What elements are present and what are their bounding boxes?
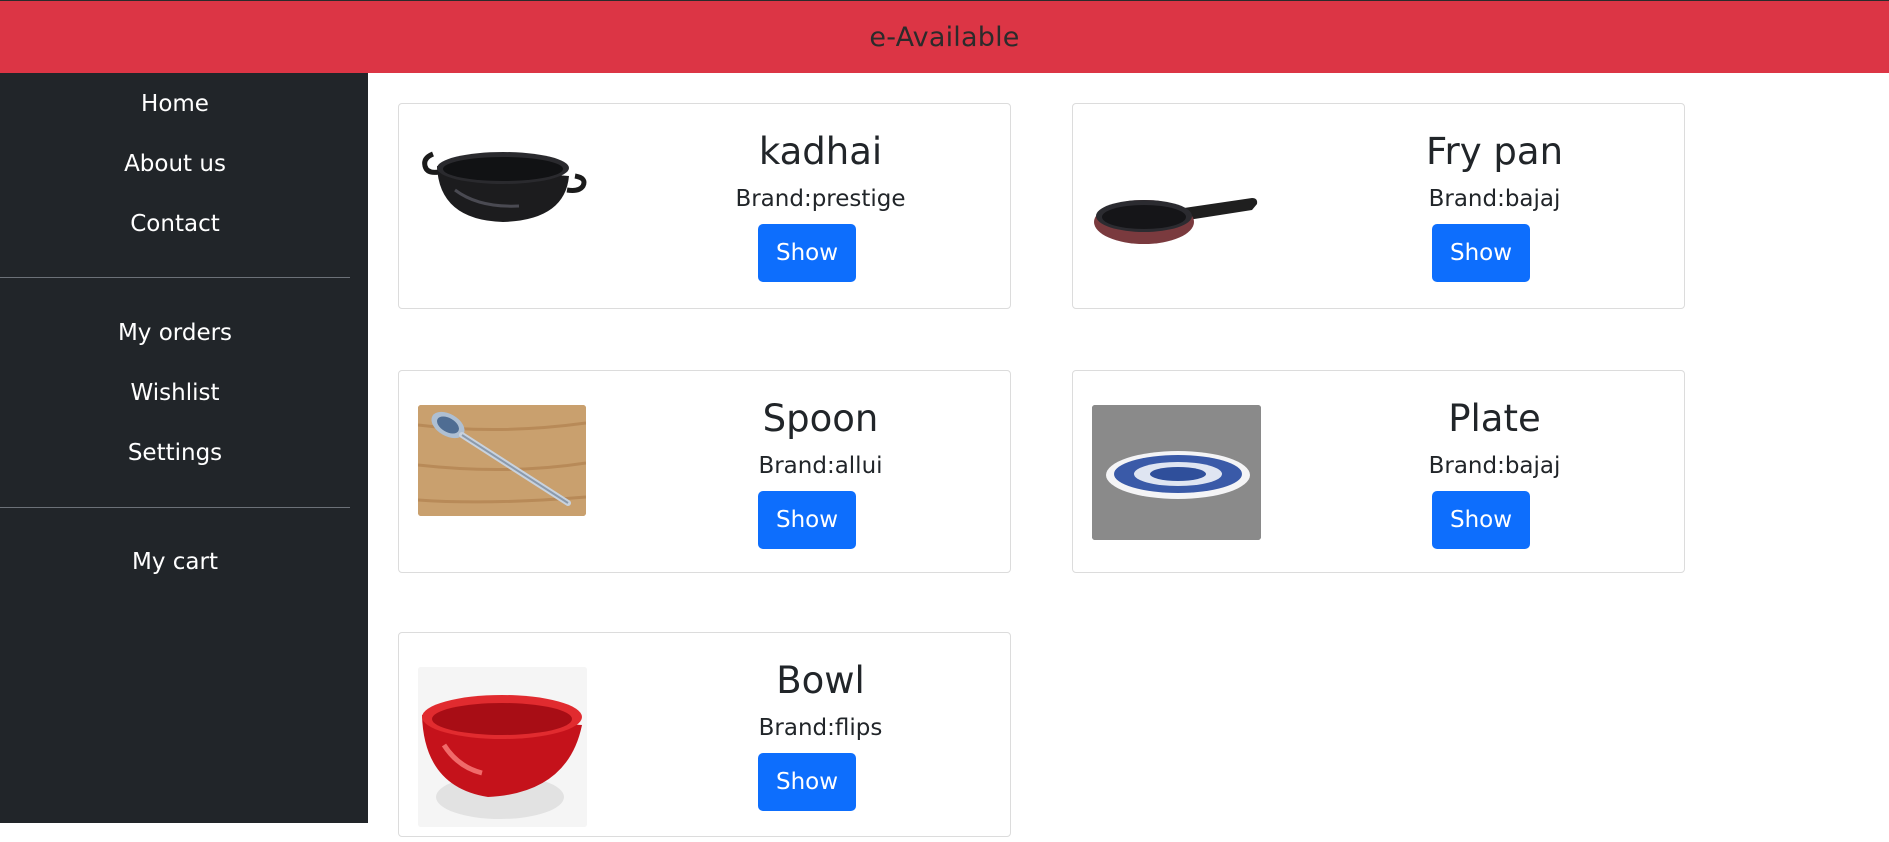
product-card: Plate Brand:bajaj Show	[1072, 370, 1685, 573]
kadhai-image	[419, 136, 589, 226]
sidebar-divider	[0, 507, 350, 508]
show-button[interactable]: Show	[1432, 224, 1530, 282]
sidebar-item-my-orders[interactable]: My orders	[0, 315, 350, 351]
sidebar-item-home[interactable]: Home	[0, 86, 350, 122]
brand-title: e-Available	[869, 21, 1020, 53]
show-button[interactable]: Show	[758, 491, 856, 549]
plate-image	[1092, 405, 1261, 540]
product-name: Fry pan	[1425, 130, 1564, 173]
product-brand: Brand:allui	[758, 453, 883, 479]
product-card: Fry pan Brand:bajaj Show	[1072, 103, 1685, 309]
sidebar-item-settings[interactable]: Settings	[0, 435, 350, 471]
product-card: Bowl Brand:flips Show	[398, 632, 1011, 837]
top-header: e-Available	[0, 0, 1889, 73]
show-button[interactable]: Show	[758, 224, 856, 282]
sidebar-item-my-cart[interactable]: My cart	[0, 544, 350, 580]
sidebar-divider	[0, 277, 350, 278]
bowl-image	[418, 667, 587, 827]
show-button[interactable]: Show	[758, 753, 856, 811]
product-brand: Brand:prestige	[735, 186, 906, 212]
product-brand: Brand:bajaj	[1428, 186, 1561, 212]
product-brand: Brand:flips	[758, 715, 883, 741]
sidebar: Home About us Contact My orders Wishlist…	[0, 73, 368, 823]
fry-pan-image	[1092, 186, 1262, 256]
sidebar-item-about-us[interactable]: About us	[0, 146, 350, 182]
show-button[interactable]: Show	[1432, 491, 1530, 549]
product-card: kadhai Brand:prestige Show	[398, 103, 1011, 309]
product-brand: Brand:bajaj	[1428, 453, 1561, 479]
product-name: Plate	[1448, 397, 1541, 440]
sidebar-item-wishlist[interactable]: Wishlist	[0, 375, 350, 411]
product-name: kadhai	[758, 130, 883, 173]
spoon-image	[418, 405, 586, 516]
product-name: Spoon	[762, 397, 879, 440]
sidebar-item-contact[interactable]: Contact	[0, 206, 350, 242]
product-card: Spoon Brand:allui Show	[398, 370, 1011, 573]
product-name: Bowl	[776, 659, 865, 702]
